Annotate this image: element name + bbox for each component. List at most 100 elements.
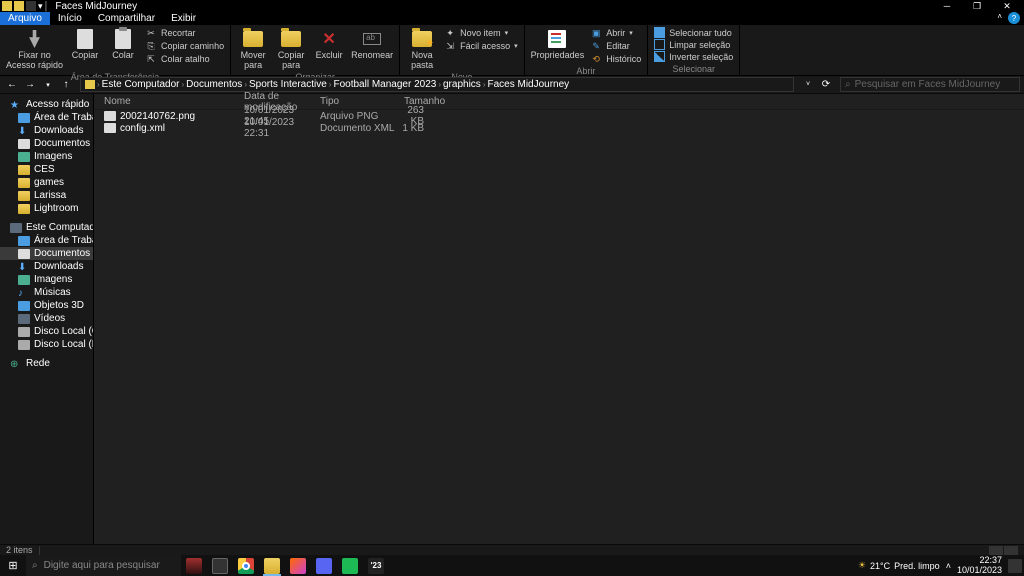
select-none-button[interactable]: Limpar seleção (654, 39, 733, 50)
download-icon: ⬇ (18, 126, 30, 136)
up-button[interactable]: ↑ (58, 79, 74, 90)
nav-desktop[interactable]: Área de Trabalho (0, 111, 93, 124)
start-button[interactable]: ⊞ (0, 555, 26, 576)
menu-exibir[interactable]: Exibir (163, 12, 204, 25)
nav-lightroom[interactable]: Lightroom (0, 202, 93, 215)
divider: | (45, 0, 48, 12)
nav-quick-access[interactable]: ★Acesso rápido (0, 98, 93, 111)
navigation-pane[interactable]: ★Acesso rápido Área de Trabalho ⬇Downloa… (0, 94, 94, 565)
menu-bar: Arquivo Início Compartilhar Exibir ˄ ? (0, 12, 1024, 25)
new-item-button[interactable]: ✦Novo item ▾ (444, 27, 518, 39)
icons-view-button[interactable] (1004, 546, 1018, 555)
nav-this-pc[interactable]: Este Computador (0, 221, 93, 234)
delete-button[interactable]: ✕ Excluir (313, 27, 345, 71)
taskbar-taskview[interactable] (207, 555, 233, 576)
menu-compartilhar[interactable]: Compartilhar (90, 12, 163, 25)
nav-images[interactable]: Imagens (0, 273, 93, 286)
file-row[interactable]: config.xml 10/01/2023 22:31 Documento XM… (94, 122, 1024, 134)
nav-music[interactable]: ♪Músicas (0, 286, 93, 299)
taskbar-fm23[interactable]: '23 (363, 555, 389, 576)
nav-games[interactable]: games (0, 176, 93, 189)
taskbar-app[interactable] (181, 555, 207, 576)
refresh-button[interactable]: ⟳ (818, 79, 834, 90)
nav-images[interactable]: Imagens (0, 150, 93, 163)
recent-dropdown[interactable]: ▾ (40, 81, 56, 89)
invert-icon (654, 51, 665, 62)
desktop-icon (18, 113, 30, 123)
new-folder-button[interactable]: Nova pasta (406, 27, 438, 71)
scissors-icon: ✂ (145, 27, 157, 39)
nav-ces[interactable]: CES (0, 163, 93, 176)
ribbon-collapse-icon[interactable]: ˄ (991, 12, 1008, 25)
breadcrumb-segment[interactable]: Football Manager 2023› (333, 79, 441, 90)
taskbar-search[interactable]: ⌕ Digite aqui para pesquisar (26, 555, 181, 576)
breadcrumb[interactable]: › Este Computador› Documentos› Sports In… (80, 77, 794, 92)
help-button[interactable]: ? (1008, 12, 1020, 24)
file-list[interactable]: 2002140762.png 10/01/2023 21:45 Arquivo … (94, 110, 1024, 565)
taskbar-explorer[interactable] (259, 555, 285, 576)
nav-3d[interactable]: Objetos 3D (0, 299, 93, 312)
paste-button[interactable]: Colar (107, 27, 139, 71)
taskbar-app[interactable] (285, 555, 311, 576)
rename-button[interactable]: Renomear (351, 27, 393, 71)
paste-shortcut-button[interactable]: ⇱Colar atalho (145, 53, 224, 65)
nav-desktop[interactable]: Área de Trabalho (0, 234, 93, 247)
col-name[interactable]: Nome (104, 96, 244, 107)
nav-network[interactable]: ⊕Rede (0, 357, 93, 370)
breadcrumb-segment[interactable]: Documentos› (186, 79, 247, 90)
cut-button[interactable]: ✂Recortar (145, 27, 224, 39)
menu-inicio[interactable]: Início (50, 12, 90, 25)
breadcrumb-segment[interactable]: Faces MidJourney (487, 79, 569, 90)
breadcrumb-segment[interactable]: Sports Interactive› (249, 79, 331, 90)
nav-videos[interactable]: Vídeos (0, 312, 93, 325)
pin-quick-access-button[interactable]: Fixar no Acesso rápido (6, 27, 63, 71)
copy-button[interactable]: Copiar (69, 27, 101, 71)
forward-button[interactable]: → (22, 79, 38, 90)
title-bar: ▾ | Faces MidJourney ─ ❐ ✕ (0, 0, 1024, 12)
history-button[interactable]: ⟲Histórico (590, 53, 641, 65)
ribbon-group-select: Selecionar tudo Limpar seleção Inverter … (648, 25, 740, 75)
history-dropdown[interactable]: ˅ (800, 79, 816, 90)
nav-documents[interactable]: Documentos (0, 137, 93, 150)
taskbar-chrome[interactable] (233, 555, 259, 576)
copy-path-button[interactable]: ⎘Copiar caminho (145, 40, 224, 52)
copy-to-button[interactable]: Copiar para (275, 27, 307, 71)
details-view-button[interactable] (989, 546, 1003, 555)
weather-widget[interactable]: ☀ 21°C Pred. limpo (858, 560, 940, 571)
menu-arquivo[interactable]: Arquivo (0, 12, 50, 25)
maximize-button[interactable]: ❐ (962, 0, 992, 12)
nav-disk-d[interactable]: Disco Local (D:) (0, 338, 93, 351)
clock[interactable]: 22:37 10/01/2023 (957, 556, 1002, 575)
col-type[interactable]: Tipo (320, 96, 404, 107)
tray-overflow-icon[interactable]: ˄ (946, 561, 951, 571)
file-row[interactable]: 2002140762.png 10/01/2023 21:45 Arquivo … (94, 110, 1024, 122)
invert-selection-button[interactable]: Inverter seleção (654, 51, 733, 62)
nav-downloads[interactable]: ⬇Downloads (0, 124, 93, 137)
qat-chevron-icon[interactable]: ▾ (38, 1, 43, 12)
minimize-button[interactable]: ─ (932, 0, 962, 12)
properties-button[interactable]: Propriedades (531, 27, 585, 65)
nav-larissa[interactable]: Larissa (0, 189, 93, 202)
back-button[interactable]: ← (4, 79, 20, 90)
folder-icon (18, 191, 30, 201)
search-input[interactable]: ⌕ Pesquisar em Faces MidJourney (840, 77, 1020, 92)
select-all-button[interactable]: Selecionar tudo (654, 27, 733, 38)
nav-disk-c[interactable]: Disco Local (C:) (0, 325, 93, 338)
move-to-button[interactable]: Mover para (237, 27, 269, 71)
edit-button[interactable]: ✎Editar (590, 40, 641, 52)
ribbon-group-open: Propriedades ▣Abrir ▾ ✎Editar ⟲Histórico… (525, 25, 649, 75)
open-button[interactable]: ▣Abrir ▾ (590, 27, 641, 39)
chevron-right-icon[interactable]: › (97, 80, 100, 89)
path-icon: ⎘ (145, 40, 157, 52)
new-item-icon: ✦ (444, 27, 456, 39)
nav-downloads[interactable]: ⬇Downloads (0, 260, 93, 273)
easy-access-button[interactable]: ⇲Fácil acesso ▾ (444, 40, 518, 52)
taskbar-spotify[interactable] (337, 555, 363, 576)
breadcrumb-segment[interactable]: Este Computador› (102, 79, 185, 90)
breadcrumb-segment[interactable]: graphics› (443, 79, 485, 90)
ribbon: Fixar no Acesso rápido Copiar Colar ✂Rec… (0, 25, 1024, 76)
nav-documents[interactable]: Documentos (0, 247, 93, 260)
taskbar-discord[interactable] (311, 555, 337, 576)
close-button[interactable]: ✕ (992, 0, 1022, 12)
notification-button[interactable] (1008, 559, 1022, 573)
